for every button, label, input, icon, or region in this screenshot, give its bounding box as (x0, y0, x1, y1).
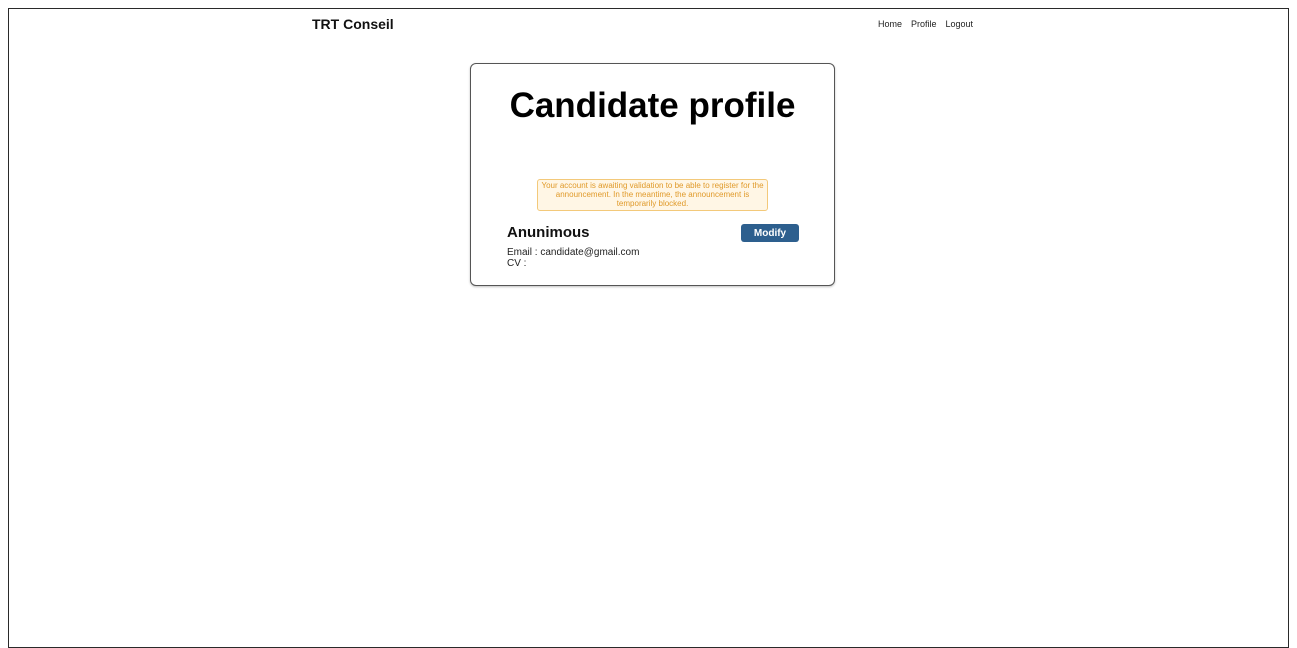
candidate-name: Anunimous (507, 224, 590, 241)
nav-profile-link[interactable]: Profile (911, 19, 937, 29)
nav-home-link[interactable]: Home (878, 19, 902, 29)
email-label: Email (507, 247, 533, 258)
cv-row: CV : (507, 258, 527, 269)
validation-warning-alert: Your account is awaiting validation to b… (537, 179, 768, 211)
profile-card: Candidate profile Your account is awaiti… (470, 63, 835, 286)
cv-label: CV (507, 258, 521, 269)
top-navbar: TRT Conseil Home Profile Logout (9, 9, 1288, 41)
brand-logo-text[interactable]: TRT Conseil (312, 16, 394, 32)
main-nav: Home Profile Logout (878, 19, 973, 29)
page-title: Candidate profile (509, 86, 796, 125)
page-frame: TRT Conseil Home Profile Logout Candidat… (8, 8, 1289, 648)
email-row: Email : candidate@gmail.com (507, 247, 640, 258)
profile-info: Email : candidate@gmail.com CV : (507, 247, 639, 269)
nav-logout-link[interactable]: Logout (946, 19, 974, 29)
email-value: candidate@gmail.com (540, 247, 640, 258)
modify-button[interactable]: Modify (741, 224, 799, 242)
